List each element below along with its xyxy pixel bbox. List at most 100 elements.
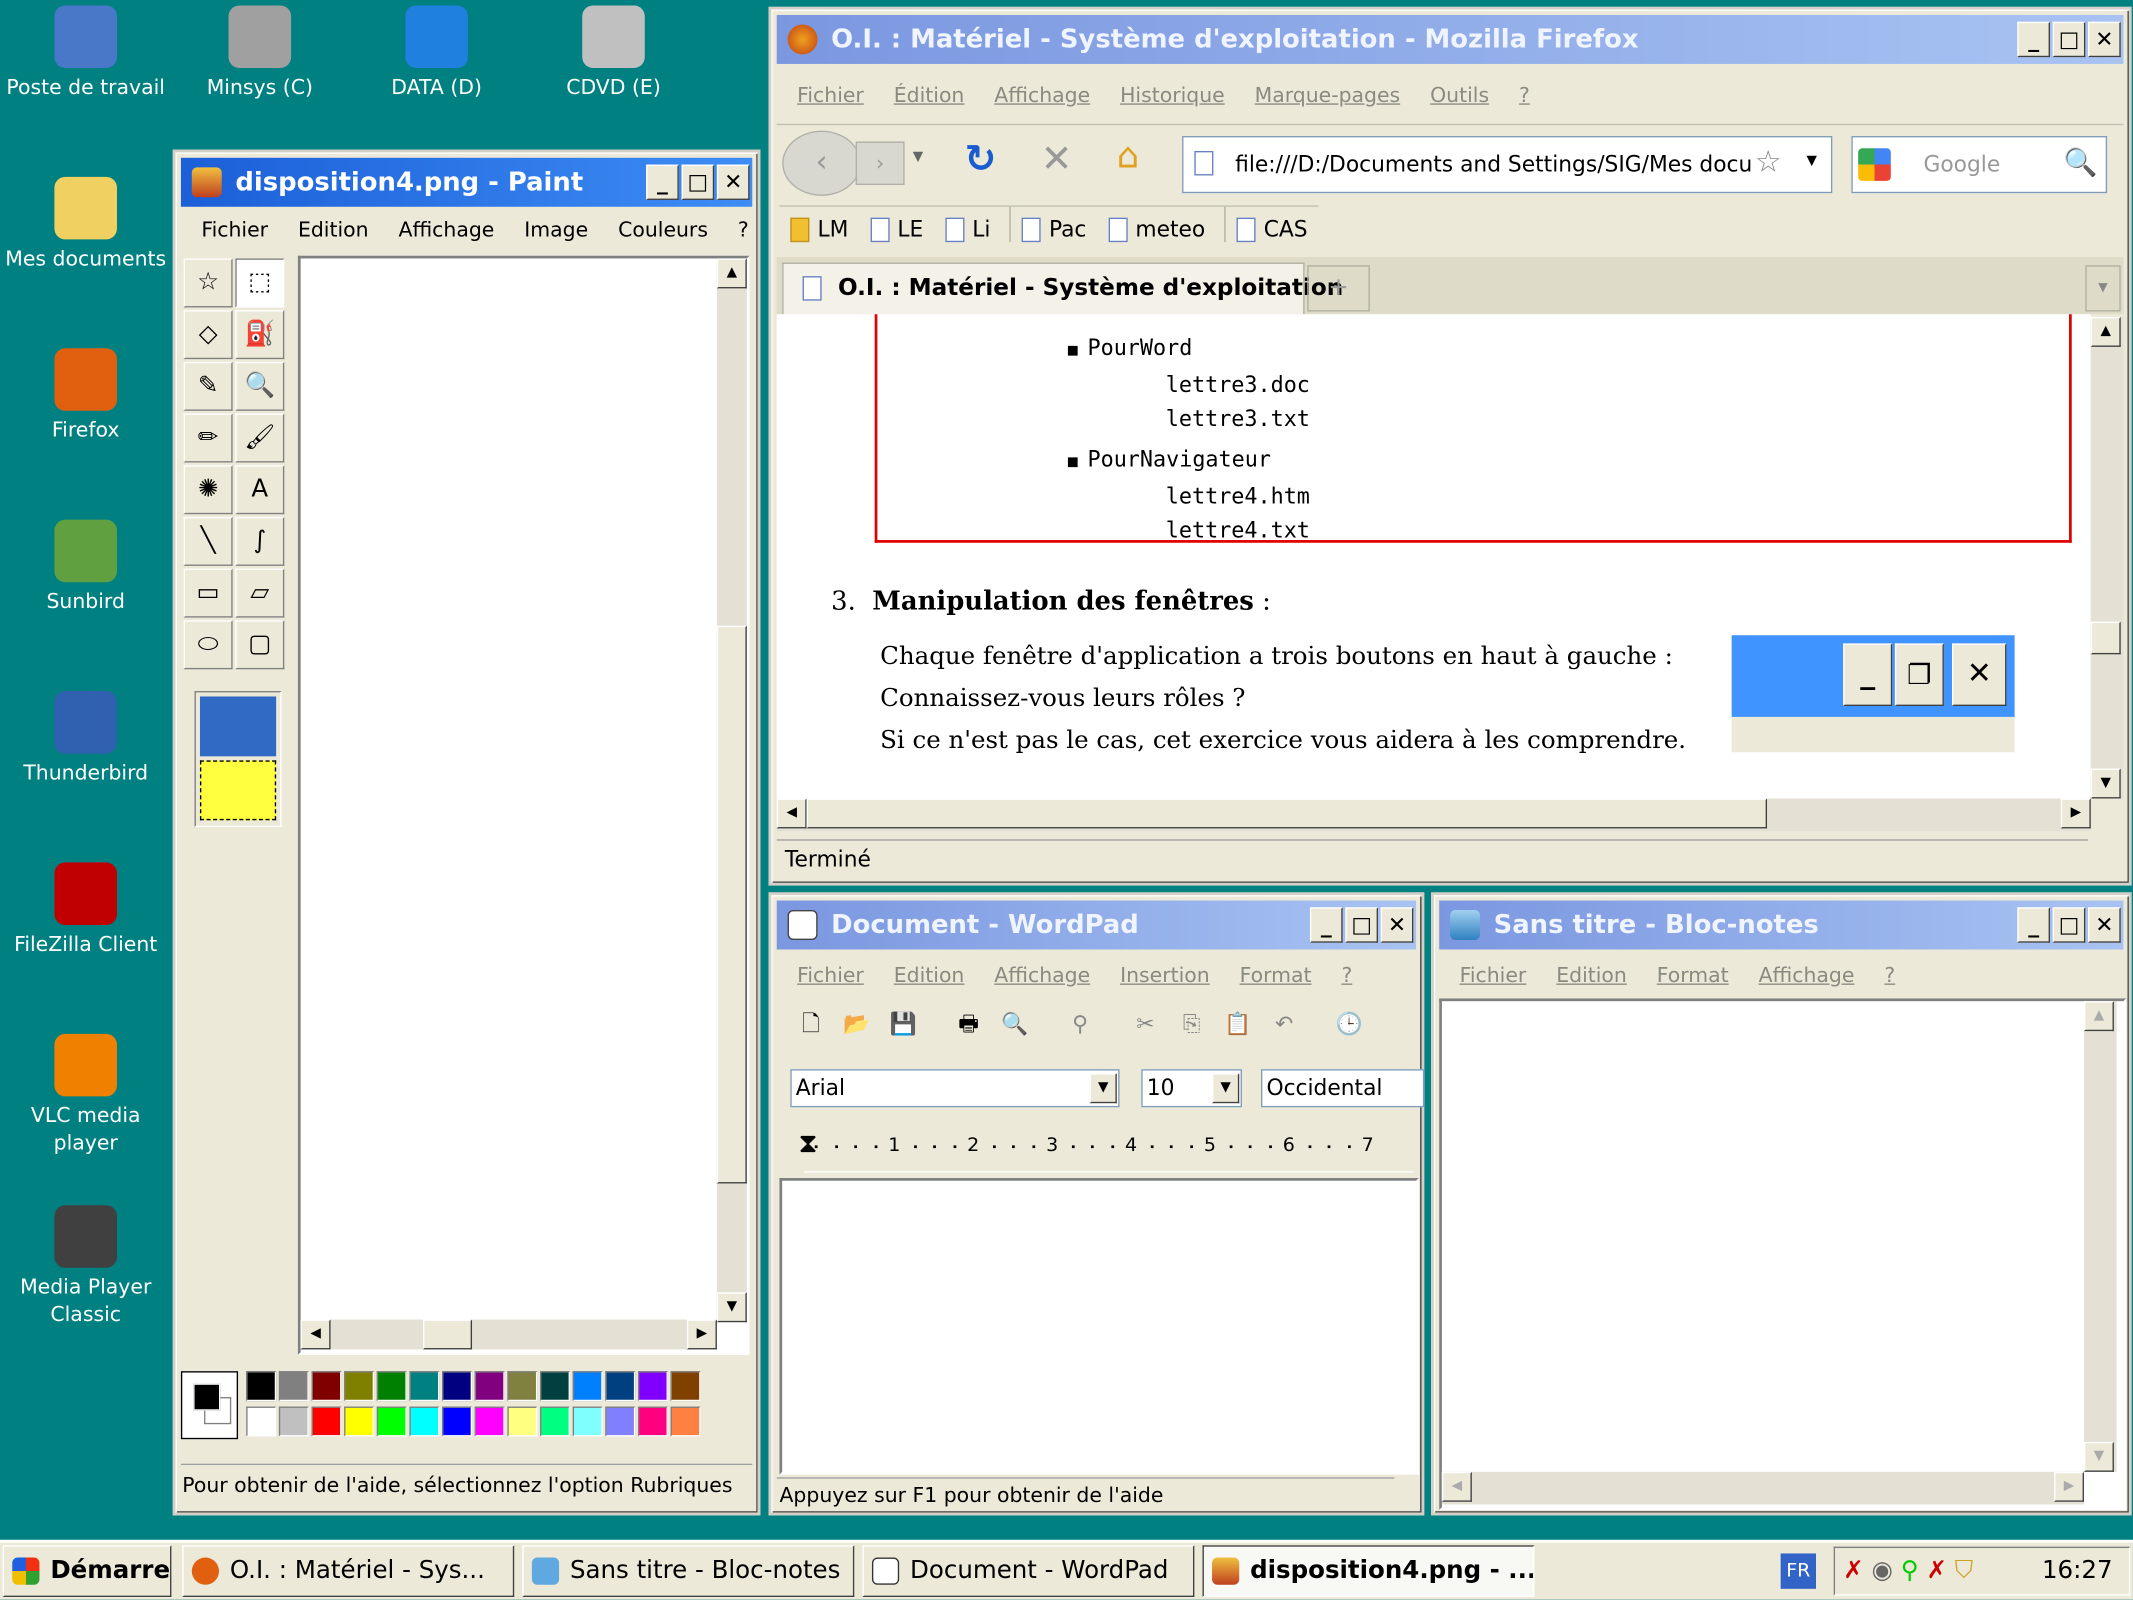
close-button[interactable]: ✕ (2088, 907, 2121, 943)
tab-list-button[interactable]: ▼ (2085, 265, 2121, 312)
clock[interactable]: 16:27 (2042, 1548, 2113, 1594)
paint-tool-icon[interactable]: 🖌 (235, 413, 285, 463)
new-icon[interactable]: 🗋 (790, 1004, 831, 1045)
menu-item[interactable]: Fichier (782, 958, 879, 993)
desktop-icon[interactable]: Thunderbird (0, 691, 171, 786)
color-swatch[interactable] (507, 1371, 538, 1402)
taskbar-item-firefox[interactable]: O.I. : Matériel - Sys... (182, 1545, 515, 1597)
open-icon[interactable]: 📂 (837, 1004, 878, 1045)
url-bar[interactable]: file:///D:/Documents and Settings/SIG/Me… (1182, 136, 1833, 194)
color-swatch[interactable] (376, 1406, 407, 1437)
color-swatch[interactable] (246, 1371, 277, 1402)
paint-tool-icon[interactable]: A (235, 465, 285, 515)
search-engine-google-icon[interactable] (1858, 148, 1891, 181)
menu-item[interactable]: ? (1504, 78, 1545, 113)
print-icon[interactable]: 🖶 (948, 1004, 989, 1045)
color-swatch[interactable] (572, 1406, 603, 1437)
close-button[interactable]: ✕ (716, 164, 750, 200)
color-swatch[interactable] (540, 1371, 570, 1402)
wifi-icon[interactable]: ⚲ (1901, 1556, 1919, 1585)
wordpad-document-area[interactable] (779, 1178, 1419, 1475)
search-box[interactable]: Google 🔍 (1851, 136, 2108, 194)
menu-item[interactable]: Outils (1415, 78, 1504, 113)
wordpad-title-bar[interactable]: Document - WordPad _ □ ✕ (776, 900, 1417, 950)
size-select[interactable]: 10 ▼ (1141, 1069, 1242, 1108)
paint-tool-icon[interactable]: ✺ (183, 465, 233, 515)
menu-item[interactable]: Edition (1541, 958, 1642, 993)
desktop-icon[interactable]: Firefox (0, 348, 171, 443)
color-swatch[interactable] (474, 1371, 505, 1402)
minimize-button[interactable]: _ (2017, 21, 2050, 58)
desktop-icon[interactable]: Poste de travail (0, 5, 171, 100)
url-dropdown-icon[interactable]: ▼ (1806, 154, 1816, 169)
indent-marker-icon[interactable]: ⧗ (798, 1126, 817, 1159)
color-swatch[interactable] (376, 1371, 407, 1402)
paint-tool-icon[interactable]: ╲ (183, 516, 233, 566)
desktop-icon[interactable]: DATA (D) (351, 5, 522, 100)
paint-tool-icon[interactable]: ⬭ (183, 620, 233, 670)
bookmark-star-icon[interactable]: ☆ (1755, 146, 1782, 180)
color-swatch[interactable] (246, 1406, 277, 1437)
menu-item[interactable]: Couleurs (603, 212, 723, 247)
reload-icon[interactable]: ↻ (964, 136, 996, 181)
menu-item[interactable]: Fichier (782, 78, 879, 113)
color-swatch[interactable] (442, 1406, 473, 1437)
menu-item[interactable]: Format (1225, 958, 1327, 993)
bookmark-item[interactable]: CAS (1226, 207, 1319, 252)
ruler[interactable]: ⧗ 1 2 3 4 5 6 7 (798, 1126, 1414, 1173)
paint-tool-icon[interactable]: ▢ (235, 620, 285, 670)
menu-item[interactable]: Affichage (979, 958, 1105, 993)
language-indicator[interactable]: FR (1780, 1553, 1817, 1589)
menu-item[interactable]: Format (1642, 958, 1744, 993)
security-shield-icon[interactable]: ⛉ (1955, 1556, 1973, 1585)
network-disconnected-icon[interactable]: ✗ (1843, 1556, 1864, 1585)
maximize-button[interactable]: □ (2052, 907, 2086, 943)
color-swatch[interactable] (344, 1406, 375, 1437)
taskbar-item-paint[interactable]: disposition4.png - ... (1202, 1545, 1535, 1597)
tool-options[interactable] (194, 691, 282, 828)
minimize-button[interactable]: _ (646, 164, 679, 200)
color-swatch[interactable] (670, 1406, 701, 1437)
start-button[interactable]: Démarrer (2, 1545, 172, 1597)
bookmark-item[interactable]: Pac (1011, 207, 1097, 252)
paint-tool-icon[interactable]: ▭ (183, 568, 233, 618)
color-swatch[interactable] (637, 1371, 668, 1402)
notepad-title-bar[interactable]: Sans titre - Bloc-notes _ □ ✕ (1439, 900, 2124, 950)
script-select[interactable]: Occidental (1260, 1069, 1425, 1108)
color-swatch[interactable] (311, 1371, 342, 1402)
notepad-text-area[interactable] (1439, 998, 2127, 1510)
menu-item[interactable]: Fichier (186, 212, 283, 247)
date-time-icon[interactable]: 🕒 (1329, 1004, 1370, 1045)
color-swatch[interactable] (311, 1406, 342, 1437)
menu-item[interactable]: Affichage (979, 78, 1105, 113)
minimize-button[interactable]: _ (1309, 907, 1343, 943)
close-button[interactable]: ✕ (2088, 21, 2121, 58)
menu-item[interactable]: Edition (283, 212, 384, 247)
paint-tool-icon[interactable]: ✏ (183, 413, 233, 463)
forward-button[interactable]: › (855, 141, 905, 186)
menu-item[interactable]: ? (723, 212, 764, 247)
menu-item[interactable]: Affichage (1744, 958, 1870, 993)
menu-item[interactable]: Insertion (1105, 958, 1225, 993)
color-swatch[interactable] (474, 1406, 505, 1437)
color-swatch[interactable] (572, 1371, 603, 1402)
bookmark-item[interactable]: Li (934, 207, 1001, 252)
paint-horizontal-scrollbar[interactable]: ◀ ▶ (300, 1319, 717, 1350)
color-swatch[interactable] (605, 1371, 636, 1402)
menu-item[interactable]: Affichage (384, 212, 510, 247)
color-swatch[interactable] (540, 1406, 570, 1437)
menu-item[interactable]: ? (1326, 958, 1367, 993)
history-dropdown-icon[interactable]: ▼ (913, 150, 923, 165)
bookmark-item[interactable]: meteo (1097, 207, 1216, 252)
firefox-horizontal-scrollbar[interactable]: ◀ ▶ (776, 798, 2091, 832)
notepad-horizontal-scrollbar[interactable]: ◀ ▶ (1441, 1471, 2084, 1505)
bookmark-item[interactable]: LM (779, 207, 859, 252)
maximize-button[interactable]: □ (1345, 907, 1378, 943)
paste-icon[interactable]: 📋 (1217, 1004, 1258, 1045)
paint-tool-icon[interactable]: ◇ (183, 310, 233, 360)
color-swatch[interactable] (278, 1406, 309, 1437)
bookmark-item[interactable]: LE (859, 207, 934, 252)
network-icon[interactable]: ✗ (1926, 1556, 1947, 1585)
volume-icon[interactable]: ◉ (1872, 1556, 1893, 1585)
paint-tool-icon[interactable]: ⬚ (235, 258, 285, 308)
